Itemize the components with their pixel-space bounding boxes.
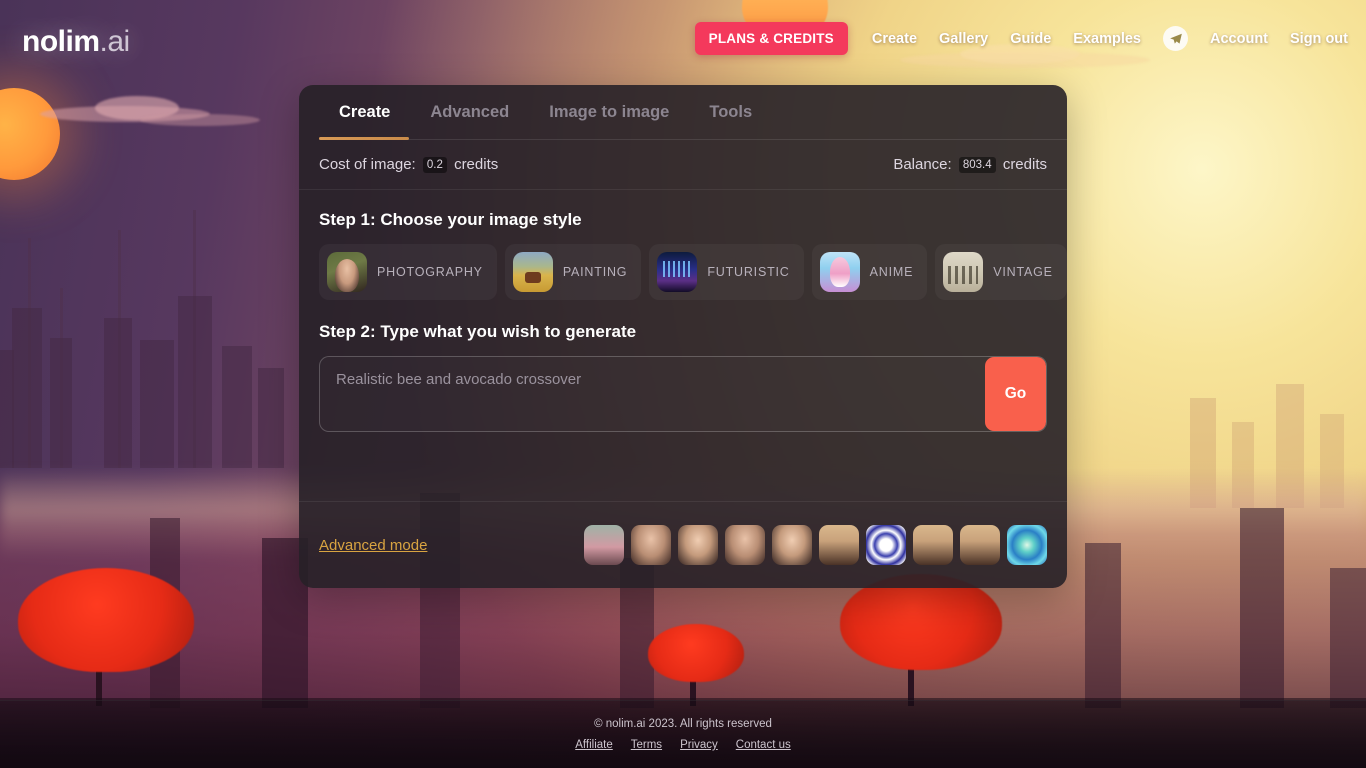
main-nav: PLANS & CREDITS Create Gallery Guide Exa… [694, 22, 1348, 55]
style-option-painting[interactable]: PAINTING [504, 244, 642, 301]
style-option-anime[interactable]: ANIME [811, 244, 928, 301]
credits-row: Cost of image: 0.2 credits Balance: 803.… [299, 140, 1067, 191]
step-1-title: Step 1: Choose your image style [319, 210, 582, 230]
logo-light: .ai [99, 25, 131, 58]
photography-thumb [327, 252, 367, 293]
cost-label: Cost of image: [319, 156, 416, 173]
plans-and-credits-button[interactable]: PLANS & CREDITS [694, 22, 848, 55]
gallery-thumb-7[interactable] [866, 525, 906, 565]
cost-of-image: Cost of image: 0.2 credits [319, 156, 499, 174]
footer-link-privacy[interactable]: Privacy [680, 739, 718, 751]
footer-link-contact-us[interactable]: Contact us [736, 739, 791, 751]
vintage-thumb [943, 252, 984, 293]
tower [1240, 508, 1284, 708]
balance: Balance: 803.4 credits [893, 156, 1047, 174]
step-2-title: Step 2: Type what you wish to generate [319, 322, 637, 342]
style-label: PAINTING [562, 265, 628, 280]
prompt-row: Go [319, 356, 1047, 433]
anime-thumb [819, 252, 860, 293]
style-label: FUTURISTIC [707, 265, 790, 280]
footer-link-terms[interactable]: Terms [631, 739, 662, 751]
style-label: ANIME [869, 265, 914, 280]
gallery-thumb-6[interactable] [819, 525, 859, 565]
logo-bold: nolim [22, 25, 100, 58]
gallery-thumb-4[interactable] [725, 525, 765, 565]
gallery-thumb-3[interactable] [678, 525, 718, 565]
tower [1330, 568, 1366, 708]
tower [1085, 543, 1121, 708]
gallery-thumb-10[interactable] [1007, 525, 1047, 565]
style-options: PHOTOGRAPHY PAINTING FUTURISTIC ANIME VI… [319, 244, 1067, 301]
tabs-divider [319, 139, 1067, 140]
gallery-thumb-1[interactable] [584, 525, 624, 565]
cost-value: 0.2 [422, 157, 447, 174]
balance-label: Balance: [893, 156, 952, 173]
advanced-mode-link[interactable]: Advanced mode [319, 537, 427, 554]
tab-tools[interactable]: Tools [689, 103, 772, 140]
tower [50, 338, 72, 468]
site-header: nolim.ai PLANS & CREDITS Create Gallery … [0, 0, 1366, 62]
style-label: PHOTOGRAPHY [377, 265, 483, 280]
telegram-icon[interactable] [1163, 26, 1188, 51]
tower [258, 368, 284, 468]
panel-body: Step 1: Choose your image style PHOTOGRA… [299, 190, 1067, 433]
gallery-thumb-5[interactable] [772, 525, 812, 565]
futuristic-thumb [657, 252, 698, 293]
tower [0, 350, 14, 468]
balance-unit: credits [1002, 156, 1047, 173]
logo[interactable]: nolim.ai [22, 25, 130, 59]
tab-advanced[interactable]: Advanced [410, 103, 529, 140]
gallery-thumb-2[interactable] [631, 525, 671, 565]
red-tree [840, 574, 1002, 670]
create-panel: Create Advanced Image to image Tools Cos… [299, 85, 1067, 588]
gallery-thumb-8[interactable] [913, 525, 953, 565]
recent-generations-gallery [584, 525, 1047, 565]
nav-item-examples[interactable]: Examples [1073, 31, 1141, 47]
copyright-text: © nolim.ai 2023. All rights reserved [594, 718, 772, 730]
footer-link-affiliate[interactable]: Affiliate [575, 739, 613, 751]
nav-item-create[interactable]: Create [872, 31, 917, 47]
gallery-thumb-9[interactable] [960, 525, 1000, 565]
tower [222, 346, 252, 468]
style-option-vintage[interactable]: VINTAGE [935, 244, 1067, 301]
nav-item-guide[interactable]: Guide [1010, 31, 1051, 47]
tower [178, 296, 212, 468]
style-option-futuristic[interactable]: FUTURISTIC [649, 244, 804, 301]
site-footer: © nolim.ai 2023. All rights reserved Aff… [0, 700, 1366, 768]
balance-value: 803.4 [958, 157, 996, 174]
cost-unit: credits [454, 156, 499, 173]
prompt-input[interactable] [320, 357, 985, 432]
painting-thumb [512, 252, 553, 293]
red-tree [18, 568, 194, 672]
tower [12, 308, 42, 468]
go-button[interactable]: Go [985, 357, 1046, 432]
red-tree [648, 624, 744, 682]
tower [140, 340, 174, 468]
panel-tabs: Create Advanced Image to image Tools [299, 85, 1067, 140]
style-label: VINTAGE [993, 265, 1053, 280]
panel-footer: Advanced mode [299, 501, 1067, 588]
tab-image-to-image[interactable]: Image to image [529, 103, 689, 140]
nav-item-gallery[interactable]: Gallery [939, 31, 988, 47]
tower [104, 318, 132, 468]
style-option-photography[interactable]: PHOTOGRAPHY [319, 244, 497, 301]
nav-item-sign-out[interactable]: Sign out [1290, 31, 1348, 47]
footer-links: Affiliate Terms Privacy Contact us [575, 739, 791, 751]
tab-create[interactable]: Create [339, 103, 410, 140]
active-tab-indicator [319, 137, 409, 140]
nav-item-account[interactable]: Account [1210, 31, 1268, 47]
cloud [140, 114, 260, 126]
